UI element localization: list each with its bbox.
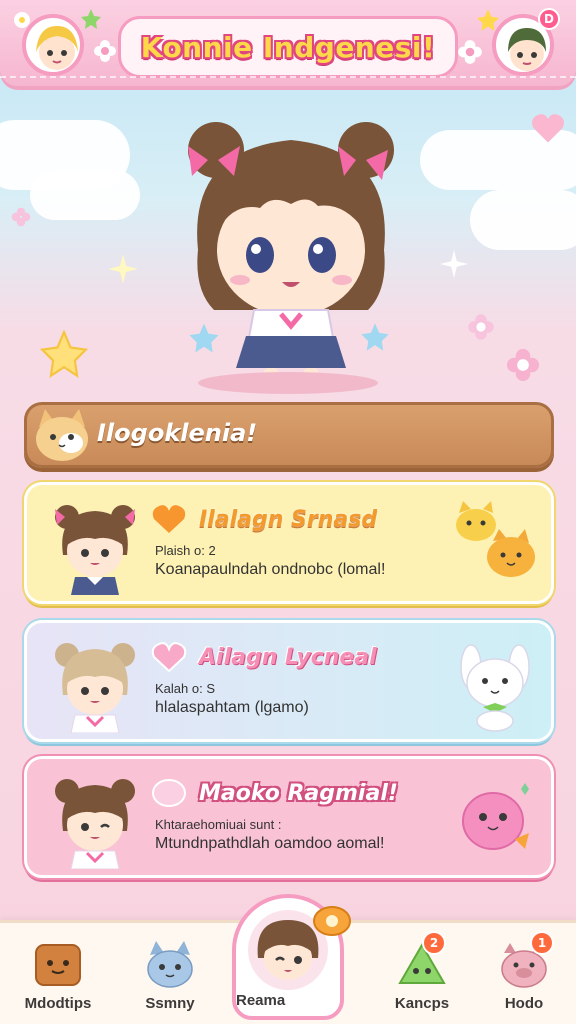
card-description: Koanapaulndah ondnobc (lomal! (155, 561, 386, 578)
girl-portrait-icon (55, 505, 135, 595)
nav-label: Kancps (394, 995, 450, 1012)
girl-portrait-icon (55, 643, 135, 733)
cloud (30, 170, 140, 220)
notification-badge[interactable]: D (538, 8, 560, 30)
game-title-plate: Konnie Indgenesi! (118, 16, 458, 78)
banner-title: Ilogoklenia! (97, 419, 258, 447)
game-title: Konnie Indgenesi! (140, 30, 436, 64)
cat-icon (36, 409, 88, 461)
star-icon (81, 9, 101, 29)
blonde-girl-icon (36, 26, 78, 70)
quest-card[interactable]: Ilalagn Srnasd Plaish o: 2 Koanapaulndah… (24, 482, 554, 604)
nav-label: Hodo (504, 995, 544, 1012)
flower-icon (468, 314, 494, 340)
sparkle-icon (108, 254, 138, 284)
character-shadow (198, 372, 378, 394)
cloud (470, 190, 576, 250)
heart-icon (152, 505, 186, 533)
box-icon (35, 944, 81, 986)
flower-icon (14, 12, 30, 28)
heart-icon (151, 642, 187, 673)
hero-scene (0, 90, 576, 400)
nav-label: Ssmny (145, 995, 195, 1012)
top-header: Konnie Indgenesi! D (0, 0, 576, 86)
card-title: Ailagn Lycneal (199, 645, 377, 670)
flower-icon (458, 40, 482, 64)
flower-icon (506, 348, 540, 382)
quest-card[interactable]: Maoko Ragmial! Khtaraehomiuai sunt : Mtu… (24, 756, 554, 878)
nav-label: Reama (236, 992, 286, 1009)
card-description: hlalaspahtam (lgamo) (155, 699, 309, 716)
sparkle-icon (440, 250, 468, 278)
yellow-cat-pets-icon (456, 501, 535, 577)
flower-icon (11, 207, 31, 227)
main-character[interactable] (168, 110, 414, 386)
card-description: Mtundnpathdlah oamdoo aomal! (155, 835, 385, 852)
card-subtitle: Khtaraehomiuai sunt : (155, 817, 282, 832)
card-subtitle: Plaish o: 2 (155, 543, 216, 558)
cookie-icon (313, 906, 351, 936)
quest-card[interactable]: Ailagn Lycneal Kalah o: S hlalaspahtam (… (24, 620, 554, 742)
nav-badge: 2 (422, 931, 446, 955)
card-title: Ilalagn Srnasd (199, 507, 378, 532)
heart-icon (532, 114, 564, 143)
white-bunny-pet-icon (460, 644, 530, 732)
nav-label: Mdodtips (24, 995, 92, 1012)
nav-item-kancps[interactable]: 2 Kancps (372, 929, 472, 1023)
section-banner[interactable]: Ilogoklenia! (24, 402, 554, 468)
star-icon (39, 330, 89, 378)
nav-item-hodo[interactable]: 1 Hodo (474, 929, 574, 1023)
nav-badge: 1 (530, 931, 554, 955)
nav-item-mdodtips[interactable]: Mdodtips (8, 929, 108, 1023)
card-title: Maoko Ragmial! (199, 781, 398, 806)
girl-portrait-icon (55, 779, 135, 869)
nav-item-ssmny[interactable]: Ssmny (120, 929, 220, 1023)
flower-icon (94, 40, 116, 62)
nav-item-reama[interactable]: Reama (232, 894, 351, 1020)
card-subtitle: Kalah o: S (155, 681, 215, 696)
cat-icon (147, 941, 193, 988)
pink-blob-pet-icon (462, 783, 529, 850)
candy-icon (152, 779, 186, 807)
